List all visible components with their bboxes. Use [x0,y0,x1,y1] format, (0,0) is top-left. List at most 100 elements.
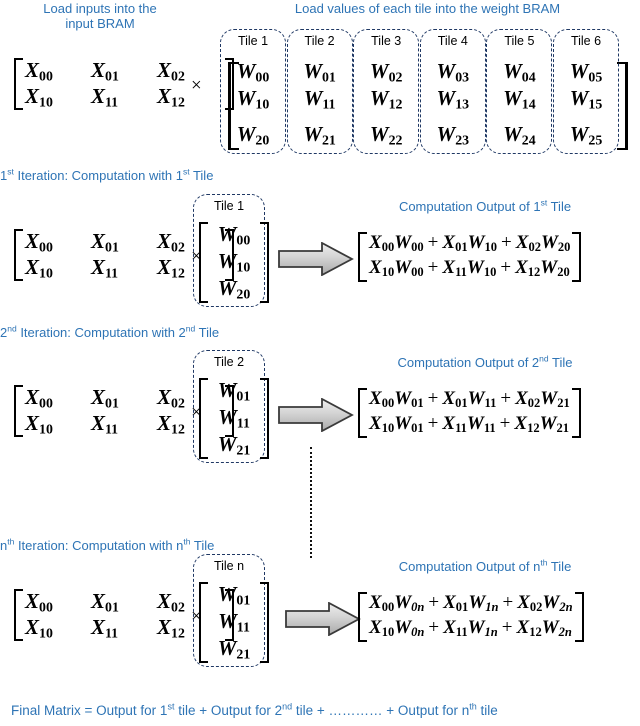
matrix-row: X00W01 + X01W11 + X02W21 [369,388,570,413]
matrix-cell: X12W21 [514,413,569,435]
math-variable: X02 [157,385,185,411]
math-subscript: 2n [559,600,573,615]
math-subscript: 00 [255,69,270,85]
math-variable: X01 [442,232,468,255]
math-variable: X00 [369,592,395,615]
tile-value: W05 [553,58,619,85]
tile-label: Tile 4 [437,34,468,48]
matrix-cell: X00 [25,385,91,410]
math-subscript: 02 [529,600,543,615]
math-subscript: 10 [255,96,270,112]
math-variable: W0n [394,592,425,615]
math-variable: X02 [515,388,541,411]
bracket-left [199,222,208,303]
math-variable: W00 [236,59,270,85]
caption-load-weights: Load values of each tile into the weight… [294,1,561,16]
math-variable: W20 [540,257,570,280]
tile-label: Tile 2 [304,34,335,48]
matrix-row: X10W01 + X11W11 + X12W21 [369,413,570,438]
math-subscript: 00 [236,232,251,248]
math-subscript: 11 [455,265,467,280]
math-variable: W14 [503,86,536,112]
matrix-cell: X00 [25,589,91,614]
matrix-cell: X10 [25,255,91,280]
math-subscript: 21 [236,646,251,662]
math-variable: W12 [369,86,403,112]
math-subscript: 04 [521,69,536,85]
tile-label: Tile 1 [237,34,269,48]
bracket-left [358,232,367,282]
matrix-cell: X01 [91,589,157,614]
math-variable: X00 [369,232,395,255]
math-variable: W21 [540,388,570,411]
math-subscript: 02 [388,69,403,85]
math-subscript: 12 [529,625,542,640]
math-variable: W0n [394,617,425,640]
math-variable: W01 [303,59,336,85]
tile-value: W04 [486,58,552,85]
math-subscript: 21 [557,396,570,411]
bracket-left [199,582,208,663]
tile-values-3: W02 W12 W22 [353,58,419,148]
math-variable: W05 [569,59,603,85]
math-variable: X11 [91,411,119,437]
output-matrix-itern: X00W0n + X01W1n + X02W2n X10W0n + X11W1n … [358,592,584,648]
plus-symbol: + [427,232,439,253]
math-variable: W25 [569,122,603,148]
math-variable: W15 [569,86,603,112]
plus-symbol: + [501,232,512,253]
matrix-cell: W20 [210,276,258,301]
math-subscript: 00 [411,240,424,255]
math-subscript: 01 [236,388,251,404]
math-variable: W2n [541,617,572,640]
math-subscript: 01 [236,592,251,608]
header-iteration-1: 1st Iteration: Computation with 1st Tile [0,166,214,183]
math-subscript: 20 [236,286,251,302]
tile-value: W20 [220,121,286,148]
math-variable: W03 [436,59,470,85]
math-subscript: 11 [455,421,467,436]
matrix-cell: X01 [91,58,157,83]
output-matrix-iter1: X00W00 + X01W10 + X02W20 X10W00 + X11W10 … [358,232,582,288]
math-variable: X01 [91,229,119,255]
math-variable: X01 [443,592,469,615]
tile-value: W15 [553,85,619,112]
bracket-left [14,58,23,110]
bracket-left [14,589,23,641]
tile-value: W03 [420,58,486,85]
tile-values-6: W05 W15 W25 [553,58,619,148]
math-subscript: 20 [557,240,571,255]
math-subscript: 25 [588,132,603,148]
math-variable: W20 [540,232,571,255]
matrix-cell: X12W2n [517,617,572,639]
matrix-row: W00 [210,222,258,249]
math-subscript: 10 [39,421,53,437]
tile-value: W22 [353,121,419,148]
tile-vector-iter1: W00 W10 W20 [199,222,269,309]
math-subscript: 20 [557,265,570,280]
caption-load-inputs: Load inputs into the input BRAM [0,1,200,31]
math-variable: X11 [91,255,119,281]
math-variable: W20 [217,276,251,302]
math-subscript: 12 [171,421,185,437]
matrix-row: W01 [210,378,258,405]
math-variable: W21 [217,432,251,458]
tile-value: W25 [553,121,619,148]
math-variable: X02 [157,229,185,255]
matrix-cell: X01W1n [443,592,498,614]
bracket-left [14,229,23,281]
matrix-cell: X11 [91,255,157,280]
math-variable: W21 [217,636,251,662]
matrix-cell: X11W11 [442,413,495,435]
math-variable: X10 [25,411,53,437]
matrix-cell: X01 [91,385,157,410]
math-subscript: 00 [381,600,395,615]
math-subscript: 00 [39,599,53,615]
matrix-cell: W01 [210,582,258,607]
math-subscript: 11 [105,421,119,437]
math-subscript: 10 [381,265,395,280]
math-subscript: 01 [455,600,469,615]
math-subscript: 00 [39,68,53,84]
final-matrix-summary: Final Matrix = Output for 1st tile + Out… [11,701,498,718]
math-variable: X10 [369,413,395,436]
